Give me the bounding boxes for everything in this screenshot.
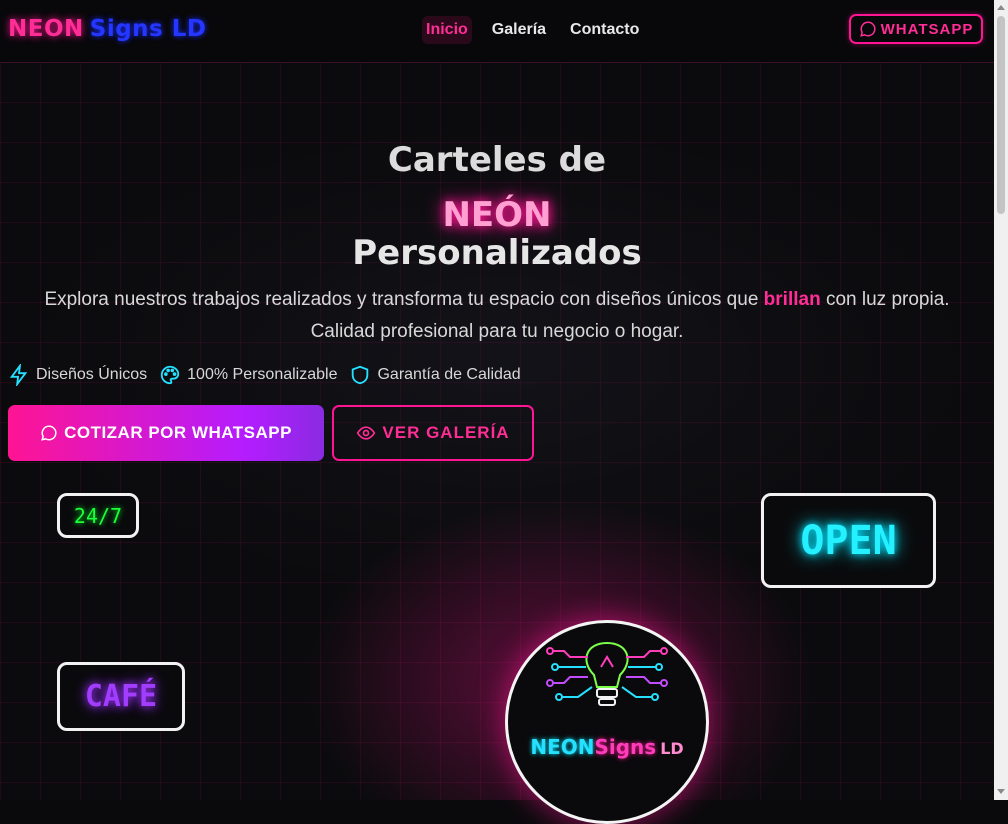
feature-list: Diseños Únicos 100% Personalizable Garan… — [8, 364, 521, 386]
subtitle-highlight: brillan — [763, 289, 821, 310]
cotizar-button-label: COTIZAR POR WHATSAPP — [64, 423, 292, 442]
lightbulb-circuit-icon — [546, 641, 668, 706]
palette-icon — [161, 365, 180, 385]
nav-item-contacto[interactable]: Contacto — [566, 16, 643, 44]
feature-item: 100% Personalizable — [159, 364, 337, 386]
subtitle-text-before: Explora nuestros trabajos realizados y t… — [44, 289, 764, 310]
circle-logo-text: NEONSigns LD — [508, 735, 706, 759]
chat-bubble-icon — [859, 21, 876, 37]
ver-galeria-label: VER GALERÍA — [382, 423, 510, 442]
circle-logo-neon: NEON — [530, 735, 595, 759]
hero-subtitle: Explora nuestros trabajos realizados y t… — [20, 284, 974, 348]
nav-item-inicio[interactable]: Inicio — [422, 16, 472, 44]
hero-title-line3: Personalizados — [352, 233, 642, 273]
circle-brand-logo: NEONSigns LD — [505, 620, 709, 824]
ver-galeria-button[interactable]: VER GALERÍA — [332, 405, 534, 461]
shield-icon — [352, 365, 369, 385]
neon-sign-247: 24/7 — [57, 493, 139, 538]
whatsapp-button-label: WHATSAPP — [880, 20, 974, 38]
feature-label: Diseños Únicos — [36, 366, 148, 383]
neon-sign-cafe: CAFÉ — [57, 662, 185, 731]
feature-item: Diseños Únicos — [8, 364, 147, 386]
main-nav: Inicio Galería Contacto — [422, 16, 643, 44]
circle-logo-ld: LD — [660, 739, 684, 758]
logo-neon-text: NEON — [8, 16, 84, 42]
neon-sign-open: OPEN — [761, 493, 936, 588]
site-header: NEON Signs LD Inicio Galería Contacto WHA… — [0, 0, 994, 63]
feature-label: 100% Personalizable — [187, 366, 338, 383]
sign-cafe-text: CAFÉ — [84, 679, 158, 714]
scrollbar[interactable] — [994, 0, 1008, 800]
scroll-up-arrow-icon[interactable] — [997, 5, 1005, 10]
feature-label: Garantía de Calidad — [377, 366, 521, 383]
site-logo[interactable]: NEON Signs LD — [8, 16, 207, 42]
hero-title-neon: NEÓN — [442, 195, 552, 235]
hero-title-line1: Carteles de — [387, 140, 607, 180]
scroll-down-arrow-icon[interactable] — [997, 789, 1005, 794]
whatsapp-button[interactable]: WHATSAPP — [849, 14, 983, 44]
chat-bubble-icon — [41, 425, 57, 441]
feature-item: Garantía de Calidad — [349, 364, 521, 386]
eye-icon — [357, 426, 376, 440]
cotizar-whatsapp-button[interactable]: COTIZAR POR WHATSAPP — [8, 405, 324, 461]
logo-signs-text: Signs LD — [89, 16, 207, 42]
circle-logo-signs: Signs — [594, 735, 657, 759]
scroll-thumb[interactable] — [997, 16, 1005, 214]
nav-item-galeria[interactable]: Galería — [488, 16, 550, 44]
sign-open-text: OPEN — [800, 517, 897, 564]
lightning-icon — [9, 364, 28, 386]
sign-247-text: 24/7 — [73, 503, 123, 528]
